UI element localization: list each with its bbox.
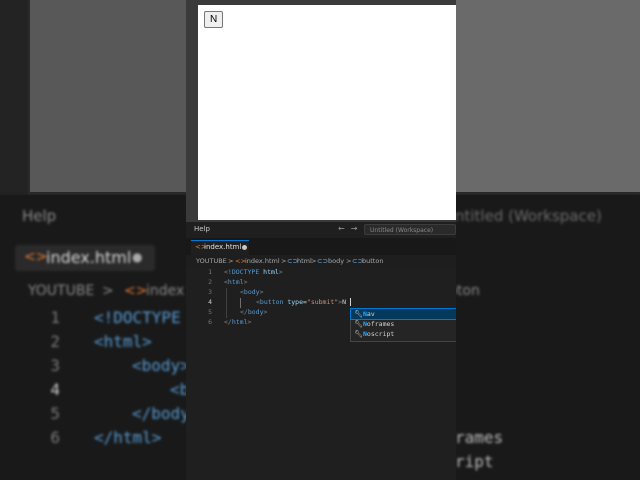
line-number: 2 (208, 278, 212, 286)
line-number: 3 (208, 288, 212, 296)
browser-preview: N (198, 5, 456, 220)
background-breadcrumb-sep: > (102, 283, 114, 299)
back-arrow-icon[interactable]: ← (338, 224, 351, 233)
title-bar: Help ←→ Untitled (Workspace) (186, 222, 456, 238)
line-number: 1 (208, 268, 212, 276)
indent-guide-active (240, 298, 241, 308)
wrench-icon: 🔧︎ (354, 330, 363, 338)
breadcrumb-html[interactable]: html (297, 257, 312, 265)
code-line-3: <body> (240, 288, 264, 296)
line-number-active: 4 (208, 298, 212, 306)
background-preview-left (30, 0, 188, 192)
background-code-line: </body (132, 404, 190, 423)
browser-preview-frame: N (186, 0, 456, 222)
vscode-window: N Help ←→ Untitled (Workspace) <> index.… (186, 0, 456, 480)
tab-label: index.html (204, 243, 242, 251)
breadcrumb: YOUTUBE > <> index.html > ⊂⊃ html > ⊂⊃ b… (186, 255, 456, 268)
unsaved-dot-icon[interactable] (242, 245, 247, 250)
background-code-line: <body> (132, 356, 190, 375)
background-help: Help (22, 207, 57, 225)
background-line-number: 6 (50, 428, 60, 447)
suggestion-item[interactable]: 🔧︎ Nav (350, 308, 456, 320)
background-breadcrumb-file: index (146, 283, 185, 299)
suggestion-rest: av (366, 310, 375, 318)
code-line-6: </html> (224, 318, 252, 326)
code-editor[interactable]: 1 2 3 4 5 6 <!DOCTYPE html> <html> <body… (186, 268, 456, 480)
suggestion-rest: oscript (366, 330, 395, 338)
suggestion-item[interactable]: 🔧︎ Noscript (351, 329, 456, 339)
background-code-line: </html> (94, 428, 162, 447)
background-breadcrumb-root: YOUTUBE (28, 283, 95, 299)
background-line-number: 1 (50, 308, 60, 327)
wrench-icon: 🔧︎ (354, 310, 363, 318)
editor-tab-bar: <> index.html (186, 238, 456, 255)
background-code-line: <!DOCTYPE (94, 308, 181, 327)
background-strip (0, 0, 28, 195)
background-suggestion-fragment: ript (455, 452, 494, 471)
code-line-4: <button type="submit">N (256, 298, 347, 306)
suggestion-rest: oframes (366, 320, 395, 328)
background-tab-dot: ● (132, 250, 143, 264)
nav-arrows: ←→ (338, 224, 363, 233)
line-number: 6 (208, 318, 212, 326)
breadcrumb-separator: > (281, 257, 287, 265)
background-code-line: <html> (94, 332, 152, 351)
breadcrumb-root[interactable]: YOUTUBE (196, 257, 227, 265)
suggestion-item[interactable]: 🔧︎ Noframes (351, 319, 456, 329)
suggestion-widget: 🔧︎ Nav 🔧︎ Noframes 🔧︎ Noscript (350, 308, 456, 342)
breadcrumb-separator: > (228, 257, 234, 265)
command-center[interactable]: Untitled (Workspace) (364, 224, 456, 235)
background-line-number: 2 (50, 332, 60, 351)
code-line-2: <html> (224, 278, 248, 286)
menu-help[interactable]: Help (194, 225, 210, 233)
element-icon: ⊂⊃ (317, 257, 328, 265)
breadcrumb-separator: > (346, 257, 352, 265)
background-line-number: 5 (50, 404, 60, 423)
background-line-number: 4 (50, 380, 60, 399)
background-preview-right (455, 0, 640, 192)
tab-index-html[interactable]: <> index.html (191, 240, 249, 255)
background-breadcrumb-icon: <> (124, 283, 148, 299)
forward-arrow-icon[interactable]: → (351, 224, 364, 233)
breadcrumb-body[interactable]: body (328, 257, 344, 265)
indent-guide (226, 288, 227, 318)
background-workspace: ntitled (Workspace) (455, 207, 602, 225)
background-suggestion-fragment: rames (455, 428, 504, 447)
background-tab-icon: <> (24, 249, 48, 265)
breadcrumb-separator: > (311, 257, 317, 265)
background-tab-label: index.html (46, 248, 132, 267)
code-line-1: <!DOCTYPE html> (224, 268, 283, 276)
background-line-number: 3 (50, 356, 60, 375)
line-number: 5 (208, 308, 212, 316)
breadcrumb-button[interactable]: button (362, 257, 383, 265)
text-cursor (350, 298, 351, 306)
breadcrumb-file[interactable]: index.html (245, 257, 280, 265)
preview-submit-button[interactable]: N (204, 11, 224, 28)
wrench-icon: 🔧︎ (354, 320, 363, 328)
code-line-5: </body> (240, 308, 268, 316)
